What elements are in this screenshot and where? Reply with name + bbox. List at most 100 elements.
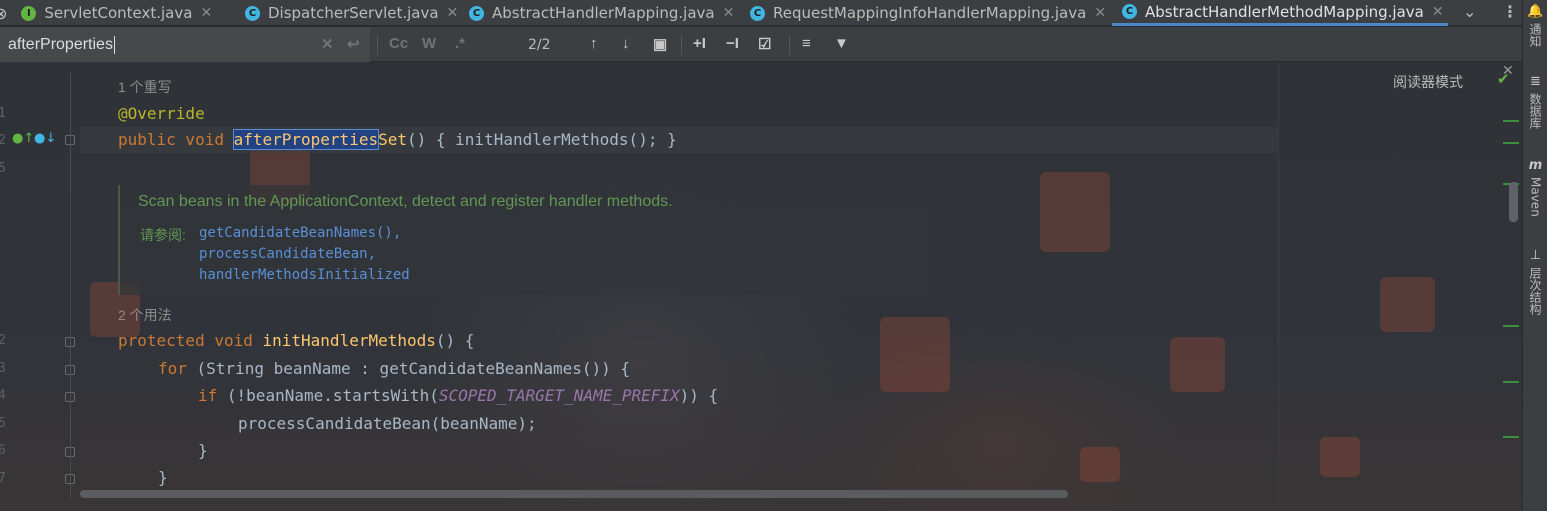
hierarchy-icon: ⊥ (1529, 248, 1542, 263)
right-tool-strip: 🔔 通知 ≣ 数据库 m Maven ⊥ 层次结构 (1522, 0, 1547, 511)
database-icon: ≣ (1530, 74, 1541, 89)
doc-link[interactable]: processCandidateBean, (199, 246, 376, 262)
separator (681, 35, 682, 55)
next-occurrence-icon[interactable]: ↓ (622, 35, 630, 52)
filter-search-results-icon[interactable]: ≡ (802, 35, 811, 52)
tab-label: AbstractHandlerMethodMapping.java (1145, 2, 1424, 21)
vertical-scrollbar[interactable] (1509, 182, 1518, 222)
keyword: if (198, 386, 227, 405)
code-text: (String beanName : getCandidateBeanNames… (196, 359, 631, 378)
open-in-window-icon[interactable]: ▣ (653, 35, 667, 53)
remove-occurrence-icon[interactable]: −I (726, 35, 739, 52)
separator (377, 35, 378, 55)
chevron-down-icon[interactable]: ⌄ (1463, 2, 1476, 21)
class-icon: C (1122, 4, 1137, 19)
error-stripe-mark[interactable] (1503, 142, 1519, 144)
lantern-decoration (1320, 437, 1360, 477)
match-case-button[interactable]: Cc (389, 35, 408, 52)
code-line: for (String beanName : getCandidateBeanN… (158, 359, 630, 378)
bell-icon: 🔔 (1527, 4, 1544, 19)
search-query: afterProperties (8, 35, 113, 53)
close-icon[interactable]: ✕ (200, 5, 212, 21)
line-number: 3 (0, 361, 6, 376)
keyword: for (158, 359, 197, 378)
text-caret (113, 35, 115, 54)
method-name: initHandlerMethods (262, 331, 436, 350)
close-icon[interactable]: ✕ (1432, 4, 1444, 20)
line-number: 7 (0, 471, 6, 486)
tab-label: DispatcherServlet.java (268, 4, 439, 22)
match-count: 2/2 (528, 37, 551, 53)
code-text: )) { (679, 386, 719, 405)
clear-search-icon[interactable]: ✕ (321, 35, 334, 53)
class-icon: C (245, 5, 260, 21)
tab-request-mapping-info-handler-mapping[interactable]: C RequestMappingInfoHandlerMapping.java … (750, 0, 1106, 26)
usages-hint[interactable]: 2 个用法 (118, 305, 172, 325)
tool-label: 通知 (1528, 23, 1542, 47)
tool-label: Maven (1528, 177, 1543, 217)
close-icon[interactable]: ⊗ (0, 4, 7, 23)
notifications-tool[interactable]: 🔔 通知 (1523, 4, 1547, 47)
close-icon[interactable]: ✕ (1094, 5, 1106, 21)
lantern-decoration (1380, 277, 1435, 332)
code-line: } (158, 468, 168, 487)
tab-abstract-handler-mapping[interactable]: C AbstractHandlerMapping.java ✕ (469, 0, 734, 26)
method-name: Set (378, 130, 407, 149)
add-occurrence-icon[interactable]: +I (693, 35, 706, 52)
line-number: 1 (0, 106, 6, 121)
doc-link[interactable]: handlerMethodsInitialized (199, 267, 410, 283)
error-stripe-mark[interactable] (1503, 325, 1519, 327)
previous-occurrence-icon[interactable]: ↑ (590, 35, 598, 52)
javadoc-rendered: Scan beans in the ApplicationContext, de… (118, 185, 928, 295)
tool-label: 层次结构 (1528, 267, 1542, 315)
code-text: (!beanName.startsWith( (226, 386, 439, 405)
filter-icon[interactable]: ▼ (834, 35, 849, 52)
error-stripe-mark[interactable] (1503, 436, 1519, 438)
search-match-highlight: afterProperties (232, 129, 380, 150)
error-stripe-mark[interactable] (1503, 120, 1519, 122)
class-icon: C (469, 5, 484, 21)
new-line-icon[interactable]: ↩ (347, 35, 360, 53)
tool-label: 数据库 (1528, 93, 1542, 129)
see-also-label: 请参阅: (140, 227, 186, 243)
find-bar: afterProperties ✕ ↩ Cc W .* 2/2 ↑ ↓ ▣ +I… (0, 27, 1522, 79)
code-editor[interactable]: 1 个重写 @Override public void afterPropert… (80, 63, 1278, 503)
search-input[interactable]: afterProperties (0, 27, 370, 62)
code-line: public void afterPropertiesSet() { initH… (118, 129, 677, 150)
code-line: processCandidateBean(beanName); (238, 414, 537, 433)
line-number: 6 (0, 443, 6, 458)
keyword: protected void (118, 331, 263, 350)
regex-button[interactable]: .* (455, 35, 465, 52)
tab-label: AbstractHandlerMapping.java (492, 4, 715, 22)
keyword: public void (118, 130, 234, 149)
code-text: () { initHandlerMethods(); } (407, 130, 677, 149)
database-tool[interactable]: ≣ 数据库 (1523, 74, 1547, 129)
more-options-icon[interactable]: ⋮ (1502, 2, 1518, 21)
close-icon[interactable]: ✕ (723, 5, 735, 21)
tab-abstract-handler-method-mapping[interactable]: C AbstractHandlerMethodMapping.java ✕ (1112, 0, 1448, 26)
line-number: 5 (0, 416, 6, 431)
interface-icon: I (21, 5, 37, 21)
editor-gutter: 1 2 5 2 3 4 5 6 7 ●↑ ●↓ (0, 63, 80, 503)
annotation: @Override (118, 104, 205, 123)
whole-words-button[interactable]: W (422, 35, 436, 52)
horizontal-scrollbar[interactable] (80, 490, 1068, 498)
error-stripe-mark[interactable] (1503, 381, 1519, 383)
editor-tab-bar: ⊗ I ServletContext.java ✕ C DispatcherSe… (0, 0, 1522, 26)
overridden-icon[interactable]: ●↓ (34, 131, 56, 146)
tab-dispatcher-servlet[interactable]: C DispatcherServlet.java ✕ (245, 0, 458, 26)
tab-servlet-context[interactable]: ⊗ I ServletContext.java ✕ (0, 0, 212, 26)
hierarchy-tool[interactable]: ⊥ 层次结构 (1523, 248, 1547, 315)
doc-text: Scan beans in the ApplicationContext, de… (138, 193, 673, 210)
line-number: 2 (0, 133, 6, 148)
check-icon[interactable]: ✔ (1497, 70, 1510, 88)
close-icon[interactable]: ✕ (447, 5, 459, 21)
maven-tool[interactable]: m Maven (1523, 158, 1547, 217)
select-all-occurrences-icon[interactable]: ☑ (758, 35, 771, 53)
doc-link[interactable]: getCandidateBeanNames(), (199, 225, 401, 241)
constant: SCOPED_TARGET_NAME_PREFIX (438, 386, 680, 405)
overrides-hint[interactable]: 1 个重写 (118, 77, 172, 97)
reader-mode-button[interactable]: 阅读器模式 (1393, 72, 1463, 92)
implements-icon[interactable]: ●↑ (12, 131, 34, 146)
code-line: } (198, 441, 208, 460)
